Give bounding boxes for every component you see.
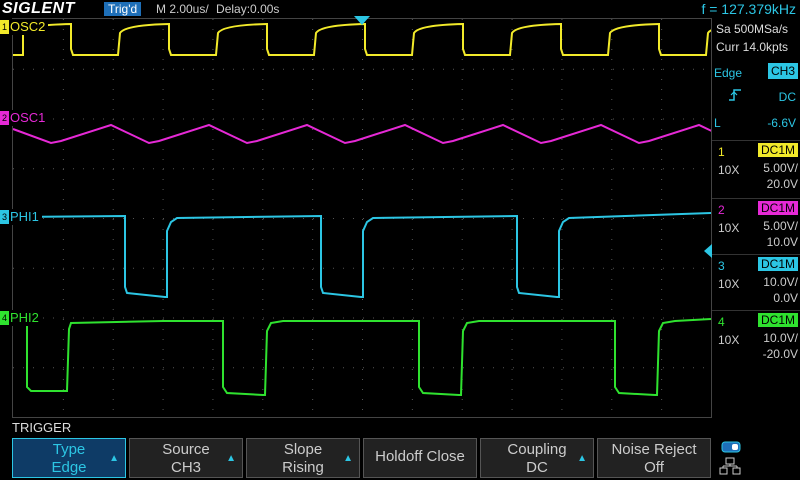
softkey-menu: Type Edge ▲ Source CH3 ▲ Slope Rising ▲ … (0, 438, 800, 480)
menu-title: TRIGGER (12, 420, 72, 435)
up-arrow-icon: ▲ (577, 453, 587, 464)
channel-1-settings[interactable]: 1 DC1M 10X 5.00V/ 20.0V (712, 140, 800, 199)
channel-2-label: 2 OSC1 (0, 110, 49, 126)
trigger-level-marker[interactable] (704, 244, 712, 258)
channel-4-settings[interactable]: 4 DC1M 10X 10.0V/ -20.0V (712, 310, 800, 369)
channel-1-label: 1 OSC2 (0, 19, 49, 35)
waveform-traces (13, 22, 711, 396)
trigger-level: -6.6V (767, 116, 796, 130)
channel-1-trace (13, 22, 711, 56)
slope-softkey[interactable]: Slope Rising ▲ (246, 438, 360, 478)
noise-reject-softkey[interactable]: Noise Reject Off (597, 438, 711, 478)
top-status-bar: SIGLENT Trig'd M 2.00us/ Delay:0.00s f =… (0, 0, 800, 18)
waveform-display[interactable] (12, 18, 712, 418)
system-status-icons (719, 441, 741, 475)
channel-3-settings[interactable]: 3 DC1M 10X 10.0V/ 0.0V (712, 254, 800, 313)
coupling-softkey[interactable]: Coupling DC ▲ (480, 438, 594, 478)
frequency-readout: f = 127.379kHz (701, 1, 796, 17)
timebase-readout: M 2.00us/ Delay:0.00s (156, 2, 279, 16)
sample-rate: Sa 500MSa/s (716, 22, 789, 36)
timebase-value: M 2.00us/ (156, 2, 209, 16)
channel-2-trace (13, 123, 711, 145)
channel-4-label: 4 PHI2 (0, 310, 42, 326)
memory-depth: Curr 14.0kpts (716, 40, 789, 54)
channel-2-settings[interactable]: 2 DC1M 10X 5.00V/ 10.0V (712, 198, 800, 257)
brand-logo: SIGLENT (2, 0, 75, 17)
channel-4-trace (26, 317, 711, 396)
up-arrow-icon: ▲ (343, 453, 353, 464)
rising-edge-icon (729, 89, 741, 101)
up-arrow-icon: ▲ (226, 453, 236, 464)
delay-value: Delay:0.00s (216, 2, 280, 16)
channel-3-label: 3 PHI1 (0, 209, 42, 225)
trigger-source: CH3 (767, 63, 798, 79)
source-softkey[interactable]: Source CH3 ▲ (129, 438, 243, 478)
trigger-status-badge: Trig'd (104, 2, 142, 16)
up-arrow-icon: ▲ (109, 453, 119, 464)
info-panel: Sa 500MSa/s Curr 14.0kpts Edge CH3 DC L … (712, 18, 800, 418)
trigger-type: Edge (714, 66, 743, 80)
trigger-level-label: L (714, 116, 721, 130)
trigger-position-marker[interactable] (354, 16, 370, 25)
type-softkey[interactable]: Type Edge ▲ (12, 438, 126, 478)
trigger-coupling: DC (778, 90, 796, 104)
channel-3-trace (13, 212, 711, 298)
holdoff-softkey[interactable]: Holdoff Close (363, 438, 477, 478)
